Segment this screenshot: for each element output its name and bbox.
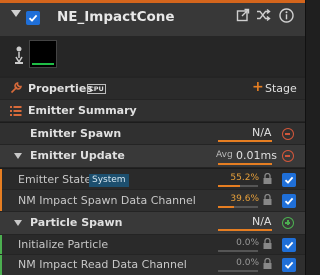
lock-icon[interactable] xyxy=(263,172,272,187)
spawn-stage-mark xyxy=(0,255,2,275)
wrench-icon xyxy=(10,82,22,97)
module-cost-fill xyxy=(218,185,241,187)
info-icon[interactable] xyxy=(279,8,294,26)
particle-spawn-collapse-icon[interactable] xyxy=(14,220,22,226)
shuffle-icon[interactable] xyxy=(256,8,271,25)
module-row-nm-impact-read[interactable]: NM Impact Read Data Channel 0.0% xyxy=(0,255,305,275)
module-row-emitter-state[interactable]: Emitter State System 55.2% xyxy=(0,168,305,190)
properties-label: Properties xyxy=(28,82,93,95)
update-stage-mark xyxy=(0,190,2,211)
module-label: Initialize Particle xyxy=(18,238,109,251)
avg-label: Avg xyxy=(216,150,233,160)
emitter-header: NE_ImpactCone xyxy=(0,0,305,36)
cpu-sim-icon xyxy=(14,45,24,68)
module-cost-bar xyxy=(218,270,258,272)
emitter-spawn-row[interactable]: Emitter Spawn N/A xyxy=(0,122,305,144)
emitter-update-collapse-icon[interactable] xyxy=(14,153,22,159)
module-row-initialize-particle[interactable]: Initialize Particle 0.0% xyxy=(0,235,305,254)
module-enabled-checkbox[interactable] xyxy=(282,194,296,208)
emitter-thumbnail[interactable] xyxy=(29,40,57,68)
module-cost-fill xyxy=(218,206,234,208)
module-enabled-checkbox[interactable] xyxy=(282,258,296,272)
particle-spawn-value: N/A xyxy=(252,215,272,228)
module-percent: 0.0% xyxy=(236,238,259,248)
stage-button[interactable]: Stage xyxy=(265,82,297,95)
add-particle-spawn-module-icon[interactable] xyxy=(282,217,294,229)
emitter-title: NE_ImpactCone xyxy=(57,9,175,25)
emitter-enabled-checkbox[interactable] xyxy=(26,11,40,25)
emitter-update-underline xyxy=(218,163,272,165)
module-label: NM Impact Read Data Channel xyxy=(18,258,187,271)
module-label: Emitter State xyxy=(18,173,92,186)
remove-emitter-update-icon[interactable] xyxy=(282,150,294,162)
module-percent: 55.2% xyxy=(230,173,259,183)
lock-icon[interactable] xyxy=(263,193,272,208)
module-row-nm-impact-spawn[interactable]: NM Impact Spawn Data Channel 39.6% xyxy=(0,190,305,211)
emitter-panel: NE_ImpactCone Properties CPU + Stage Emi… xyxy=(0,0,306,275)
module-enabled-checkbox[interactable] xyxy=(282,238,296,252)
collapse-arrow-icon[interactable] xyxy=(11,10,21,17)
list-icon xyxy=(10,105,22,119)
module-cost-bar xyxy=(218,250,258,252)
module-cost-bar xyxy=(218,206,258,208)
lock-icon[interactable] xyxy=(263,237,272,252)
emitter-spawn-label: Emitter Spawn xyxy=(30,127,122,140)
module-label: NM Impact Spawn Data Channel xyxy=(18,194,196,207)
lock-icon[interactable] xyxy=(263,257,272,272)
emitter-spawn-underline xyxy=(218,140,272,142)
emitter-summary-label: Emitter Summary xyxy=(28,104,137,117)
thumbnail-line xyxy=(32,63,54,65)
emitter-update-row[interactable]: Emitter Update Avg 0.01ms xyxy=(0,145,305,167)
module-cost-bar xyxy=(218,185,258,187)
module-enabled-checkbox[interactable] xyxy=(282,173,296,187)
properties-row[interactable]: Properties CPU + Stage xyxy=(0,78,305,99)
open-external-icon[interactable] xyxy=(236,8,250,25)
spawn-stage-mark xyxy=(0,235,2,254)
module-percent: 0.0% xyxy=(236,258,259,268)
avg-value: 0.01ms xyxy=(236,149,277,162)
particle-spawn-underline xyxy=(218,229,272,231)
emitter-summary-row[interactable]: Emitter Summary xyxy=(0,100,305,121)
particle-spawn-label: Particle Spawn xyxy=(30,216,123,229)
emitter-update-label: Emitter Update xyxy=(30,149,125,162)
system-badge: System xyxy=(89,174,129,187)
particle-spawn-row[interactable]: Particle Spawn N/A xyxy=(0,212,305,234)
update-stage-mark xyxy=(0,169,2,190)
remove-emitter-spawn-icon[interactable] xyxy=(282,128,294,140)
add-stage-icon[interactable]: + xyxy=(252,79,264,95)
cpu-badge: CPU xyxy=(87,84,106,94)
module-percent: 39.6% xyxy=(230,194,259,204)
emitter-spawn-value: N/A xyxy=(252,126,272,139)
